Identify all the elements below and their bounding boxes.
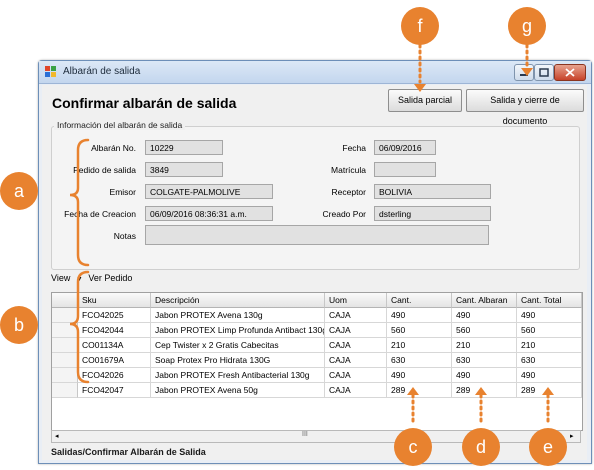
arrow-c (407, 387, 419, 395)
annotation-c: c (394, 428, 432, 466)
annotation-overlay (69, 43, 554, 427)
annotation-e: e (529, 428, 567, 466)
arrow-d (475, 387, 487, 395)
annotation-f: f (401, 7, 439, 45)
arrow-f (414, 84, 426, 92)
brace-a (69, 138, 90, 267)
annotation-a: a (0, 172, 38, 210)
annotation-d: d (462, 428, 500, 466)
annotation-b: b (0, 306, 38, 344)
arrow-g (521, 68, 533, 76)
arrow-e (542, 387, 554, 395)
annotation-g: g (508, 7, 546, 45)
brace-b (69, 270, 90, 384)
